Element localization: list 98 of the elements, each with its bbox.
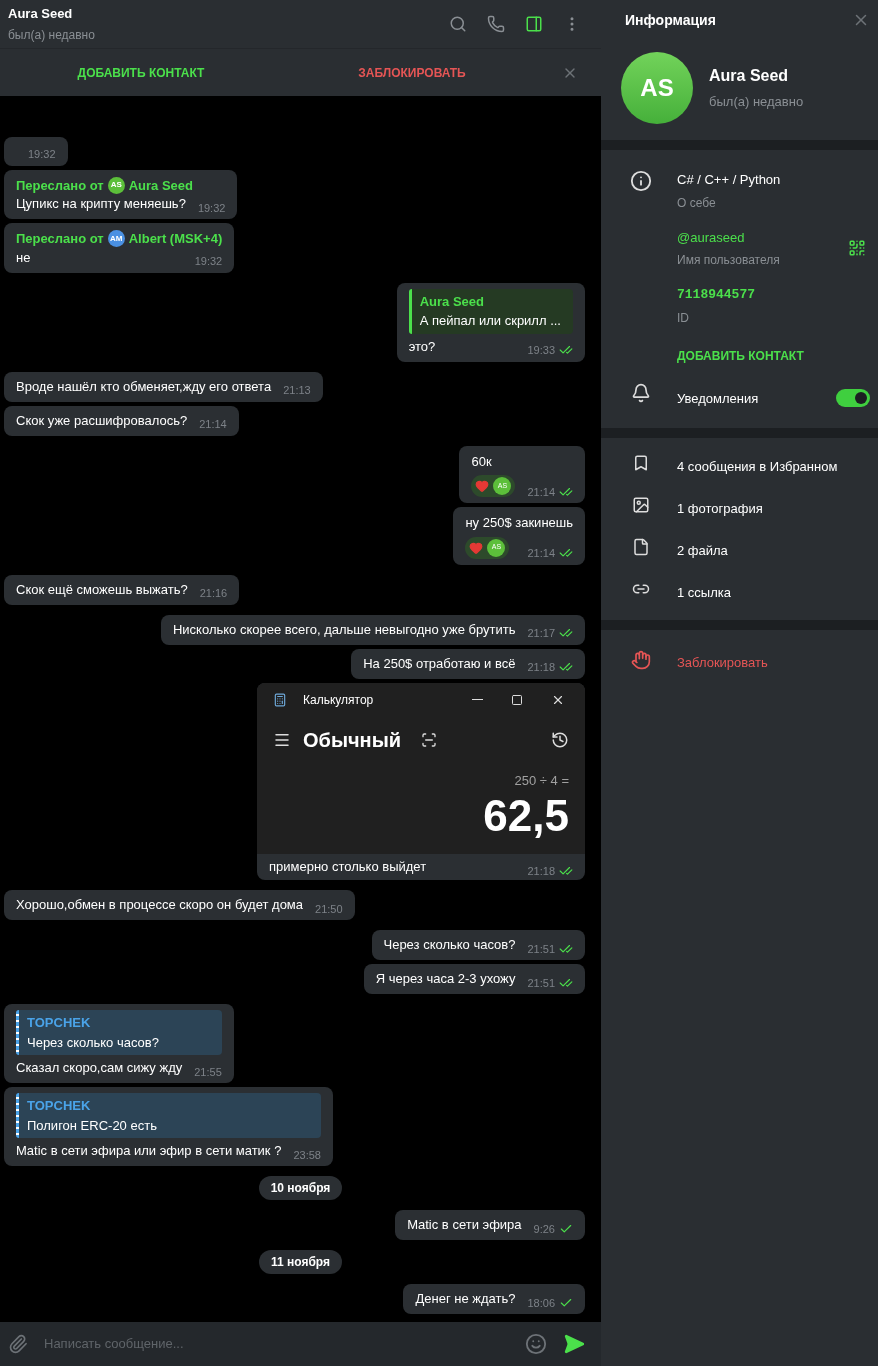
message-time: 21:18 bbox=[527, 863, 555, 879]
message-text: Цупикс на крипту меняешь? bbox=[16, 195, 186, 213]
avatar: AS bbox=[621, 52, 693, 124]
message-input[interactable]: Написать сообщение... bbox=[44, 1334, 525, 1354]
message-time: 21:51 bbox=[527, 975, 555, 991]
message-time: 19:33 bbox=[527, 343, 555, 358]
message-text: На 250$ отработаю и всё bbox=[363, 654, 516, 673]
message-time: 21:18 bbox=[527, 660, 555, 675]
date-separator: 11 ноября bbox=[259, 1250, 342, 1274]
bio-text: C# / C++ / Python bbox=[677, 171, 782, 189]
reply-author: TOPCHEK bbox=[27, 1097, 92, 1115]
block-button[interactable]: ЗАБЛОКИРОВАТЬ bbox=[282, 63, 542, 82]
message-text: Денег не ждать? bbox=[415, 1290, 516, 1308]
block-button[interactable]: Заблокировать bbox=[677, 653, 768, 673]
reply-author: Aura Seed bbox=[419, 292, 485, 311]
message-text: ну 250$ закинешь bbox=[465, 514, 573, 532]
search-icon[interactable] bbox=[449, 15, 467, 33]
notifications-label: Уведомления bbox=[677, 389, 759, 408]
calculator-icon bbox=[273, 692, 287, 707]
username-label: Имя пользователя bbox=[677, 252, 780, 269]
media-link[interactable]: 4 сообщения в Избранном bbox=[677, 459, 838, 474]
message-time: 9:26 bbox=[533, 1221, 555, 1237]
bell-icon bbox=[631, 382, 651, 403]
image-icon bbox=[632, 496, 650, 514]
message-text: Скок уже расшифровалось? bbox=[16, 411, 188, 430]
avatar: AM bbox=[107, 230, 125, 248]
message-time: 21:14 bbox=[199, 417, 227, 432]
message-text: Я через часа 2-3 ухожу bbox=[375, 970, 516, 988]
phone-icon[interactable] bbox=[487, 15, 505, 33]
qr-code-icon[interactable] bbox=[848, 239, 866, 258]
sender-name: Albert (MSK+4) bbox=[128, 230, 223, 248]
media-link[interactable]: 1 фотография bbox=[677, 501, 763, 516]
chat-title: Aura Seed bbox=[8, 5, 74, 24]
send-icon[interactable] bbox=[563, 1333, 585, 1355]
message-text: Сказал скоро,сам сижу жду bbox=[16, 1059, 183, 1077]
message-time: 18:06 bbox=[527, 1295, 555, 1311]
media-link[interactable]: 1 ссылка bbox=[677, 585, 731, 600]
message-text: Скок ещё сможешь выжать? bbox=[16, 580, 188, 599]
heart-icon bbox=[475, 479, 490, 493]
sender-name: Aura Seed bbox=[128, 176, 193, 195]
result-text: 62,5 bbox=[483, 790, 569, 842]
date-separator: 10 ноября bbox=[258, 1176, 343, 1200]
message-text: Matic в сети эфира или эфир в сети матик ? bbox=[16, 1142, 282, 1160]
maximize-icon bbox=[511, 693, 523, 706]
side-panel-icon[interactable] bbox=[525, 15, 543, 33]
message-time: 19:32 bbox=[197, 200, 226, 216]
notifications-toggle[interactable] bbox=[836, 389, 870, 408]
chat-status: был(а) недавно bbox=[8, 26, 95, 44]
message-time: 21:50 bbox=[315, 901, 343, 917]
reply-text: Полигон ERC-20 есть bbox=[27, 1116, 157, 1135]
message-time: 23:58 bbox=[293, 1147, 321, 1163]
file-icon bbox=[632, 538, 650, 556]
reply-author: TOPCHEK bbox=[27, 1014, 92, 1032]
hand-icon bbox=[631, 650, 651, 670]
message-text: Вроде нашёл кто обменяет,жду его ответа bbox=[16, 377, 272, 396]
heart-icon bbox=[469, 540, 484, 555]
message-text: примерно столько выйдет bbox=[269, 858, 427, 876]
add-contact-button[interactable]: ДОБАВИТЬ КОНТАКТ bbox=[677, 346, 804, 365]
message-text: Хорошо,обмен в процессе скоро он будет дома bbox=[16, 896, 304, 914]
message-time: 21:16 bbox=[199, 586, 228, 601]
bookmark-icon bbox=[632, 454, 650, 472]
message-time: 21:55 bbox=[194, 1064, 222, 1080]
forwarded-label: Переслано от bbox=[16, 230, 104, 248]
add-contact-button[interactable]: ДОБАВИТЬ КОНТАКТ bbox=[0, 63, 282, 82]
message-time: 21:14 bbox=[527, 546, 555, 561]
mode-title: Обычный bbox=[303, 727, 402, 753]
reply-text: Через сколько часов? bbox=[27, 1033, 159, 1052]
profile-status: был(а) недавно bbox=[709, 93, 804, 112]
media-link[interactable]: 2 файла bbox=[677, 543, 728, 558]
profile-name: Aura Seed bbox=[709, 66, 790, 87]
info-icon bbox=[630, 170, 652, 192]
message-text: это? bbox=[408, 337, 436, 356]
panel-title: Информация bbox=[625, 10, 716, 30]
message-time: 19:32 bbox=[28, 147, 56, 162]
message-time: 21:14 bbox=[527, 484, 555, 500]
history-icon bbox=[551, 730, 569, 749]
message-text: Нисколько скорее всего, дальше невыгодно уже брутить bbox=[172, 620, 516, 639]
message-time: 21:13 bbox=[283, 383, 311, 398]
bio-label: О себе bbox=[677, 194, 717, 212]
message-time: 21:51 bbox=[527, 941, 555, 957]
avatar: AS bbox=[107, 176, 125, 194]
window-title: Калькулятор bbox=[303, 691, 374, 709]
expression-text: 250 ÷ 4 = bbox=[514, 771, 569, 790]
composer-bar[interactable]: Написать сообщение... bbox=[0, 1322, 601, 1366]
id-value: 7118944577 bbox=[677, 286, 756, 304]
username-link[interactable]: @auraseed bbox=[677, 227, 780, 247]
emoji-icon[interactable] bbox=[525, 1333, 547, 1355]
attach-icon[interactable] bbox=[8, 1334, 28, 1354]
forwarded-label: Переслано от bbox=[16, 176, 104, 195]
message-time: 19:32 bbox=[194, 254, 223, 269]
message-text: не bbox=[16, 248, 31, 267]
id-label: ID bbox=[677, 309, 690, 327]
message-text: 60к bbox=[471, 452, 493, 471]
message-time: 21:17 bbox=[527, 626, 555, 641]
message-text: Matic в сети эфира bbox=[407, 1216, 522, 1234]
reply-text: А пейпал или скрилл ... bbox=[419, 312, 561, 330]
minimize-icon bbox=[472, 699, 483, 700]
message-text: Через сколько часов? bbox=[383, 936, 516, 954]
